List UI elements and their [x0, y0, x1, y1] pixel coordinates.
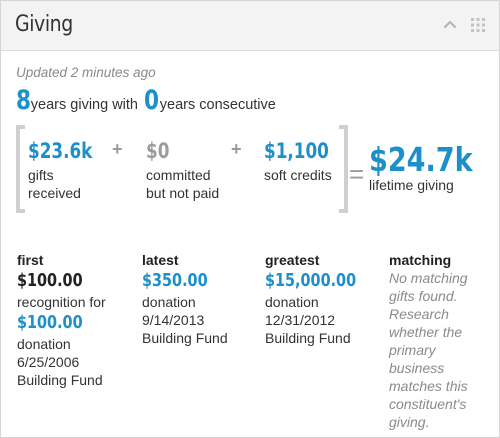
matching-line: gifts found.	[389, 288, 458, 304]
latest-amount[interactable]: $350.00	[142, 269, 208, 293]
years-giving-text: years giving with	[30, 97, 138, 113]
plus-sign-2: +	[231, 139, 242, 159]
matching-line: primary	[389, 342, 436, 358]
first-amount: $100.00	[17, 270, 83, 291]
greatest-amount[interactable]: $15,000.00	[265, 269, 356, 293]
panel-header: Giving	[1, 1, 499, 51]
chevron-up-icon[interactable]	[442, 17, 458, 33]
matching-line: No matching	[389, 270, 468, 286]
committed-stat: $0 committed but not paid	[146, 139, 219, 202]
years-giving-count: 8	[16, 85, 32, 116]
equals-sign: =	[349, 159, 365, 189]
committed-label-1: committed	[146, 167, 211, 183]
years-consecutive-count: 0	[143, 85, 160, 116]
greatest-gift-column: greatest $15,000.00 donation 12/31/2012 …	[265, 251, 375, 347]
soft-credits-stat: $1,100 soft credits	[264, 139, 345, 184]
lifetime-giving-value: $24.7k	[369, 140, 473, 179]
soft-credits-value: $1,100	[264, 139, 329, 163]
greatest-date: 12/31/2012	[265, 312, 336, 328]
plus-sign-1: +	[112, 139, 123, 159]
first-fund: Building Fund	[17, 372, 103, 388]
lifetime-giving-label: lifetime giving	[369, 177, 454, 193]
latest-date: 9/14/2013	[142, 312, 205, 328]
gifts-received-stat: $23.6k gifts received	[28, 139, 108, 202]
greatest-heading: greatest	[265, 252, 320, 268]
latest-gift-column: latest $350.00 donation 9/14/2013 Buildi…	[142, 251, 252, 347]
gifts-received-label-1: gifts	[28, 167, 54, 183]
committed-label-2: but not paid	[146, 185, 220, 201]
latest-fund: Building Fund	[142, 330, 228, 346]
first-recognition-text: recognition for	[17, 294, 106, 310]
first-heading: first	[17, 252, 44, 268]
matching-heading: matching	[389, 252, 452, 268]
grid-dots-icon[interactable]	[470, 17, 486, 33]
gifts-received-label-2: received	[28, 185, 81, 201]
years-consecutive-text: years consecutive	[159, 97, 276, 113]
soft-credits-label: soft credits	[264, 167, 332, 183]
latest-heading: latest	[142, 252, 179, 268]
committed-value: $0	[146, 139, 170, 163]
giving-panel: Giving Updated 2 minutes ago 8 years giv…	[0, 0, 500, 438]
gifts-received-value: $23.6k	[28, 139, 93, 163]
matching-line: business	[389, 360, 445, 376]
updated-timestamp: Updated 2 minutes ago	[16, 65, 156, 80]
greatest-type: donation	[265, 294, 319, 310]
matching-line: constituent's	[389, 396, 467, 412]
matching-line: giving.	[389, 414, 430, 430]
panel-title: Giving	[15, 12, 73, 37]
matching-gift-column: matching No matching gifts found. Resear…	[389, 251, 499, 431]
matching-line: whether the	[389, 324, 463, 340]
matching-line: matches this	[389, 378, 468, 394]
first-date: 6/25/2006	[17, 354, 80, 370]
matching-line: Research	[389, 306, 449, 322]
greatest-fund: Building Fund	[265, 330, 351, 346]
first-gift-column: first $100.00 recognition for $100.00 do…	[17, 251, 127, 389]
years-summary: 8 years giving with 0 years consecutive	[16, 85, 276, 119]
left-bracket	[16, 125, 25, 213]
first-type: donation	[17, 336, 71, 352]
latest-type: donation	[142, 294, 196, 310]
first-recognition-amount[interactable]: $100.00	[17, 311, 83, 335]
